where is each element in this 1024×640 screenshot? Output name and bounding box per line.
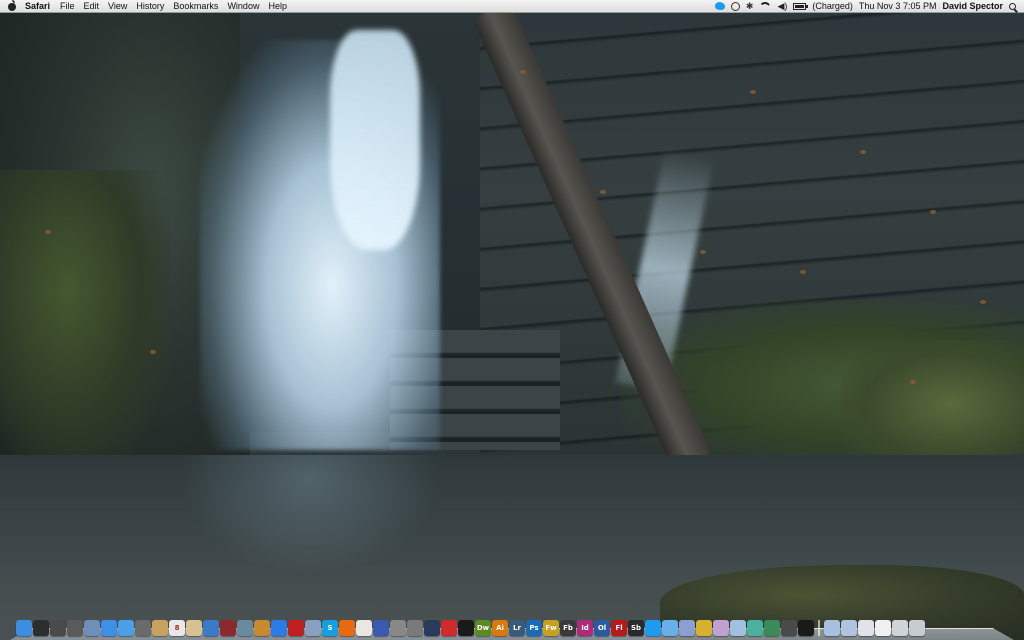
- dock-icon-row: 8 S Dw Ai Lr Ps Fw Fb Id Ol Fl Sb: [16, 620, 925, 636]
- leaf: [930, 210, 936, 214]
- leaf: [600, 190, 606, 194]
- battery-status[interactable]: (Charged): [812, 0, 853, 12]
- activity-monitor-icon[interactable]: [781, 620, 797, 636]
- twitter-menu-icon[interactable]: [714, 2, 725, 10]
- facetime-icon[interactable]: [135, 620, 151, 636]
- safari-icon[interactable]: [101, 620, 117, 636]
- chrome-icon[interactable]: [696, 620, 712, 636]
- onlocation-icon[interactable]: Ol: [594, 620, 610, 636]
- flash-pro-icon[interactable]: Fl: [611, 620, 627, 636]
- documents-folder-icon[interactable]: [841, 620, 857, 636]
- leaf: [980, 300, 986, 304]
- spotlight-search-icon[interactable]: [1009, 2, 1016, 10]
- dock-separator: [818, 620, 820, 636]
- mail-icon[interactable]: [305, 620, 321, 636]
- leaf: [45, 230, 51, 234]
- volume-icon[interactable]: ◀): [777, 1, 787, 12]
- waterfall-upper: [330, 30, 420, 250]
- illustrator-icon[interactable]: Ai: [492, 620, 508, 636]
- flash-builder-icon[interactable]: Fb: [560, 620, 576, 636]
- apple-menu-icon[interactable]: [7, 0, 17, 11]
- leaf: [150, 350, 156, 354]
- leaf: [800, 270, 806, 274]
- garageband-icon[interactable]: [254, 620, 270, 636]
- dreamweaver-icon[interactable]: Dw: [475, 620, 491, 636]
- trash-icon[interactable]: [909, 620, 925, 636]
- time-machine-icon[interactable]: [730, 1, 740, 11]
- xcode-icon[interactable]: [373, 620, 389, 636]
- downloads-stack-icon[interactable]: [858, 620, 874, 636]
- contacts-icon[interactable]: [152, 620, 168, 636]
- wifi-icon[interactable]: [759, 2, 771, 10]
- left-moss: [0, 170, 170, 470]
- document-stack-icon[interactable]: [875, 620, 891, 636]
- menu-history[interactable]: History: [134, 0, 171, 12]
- flash-icon[interactable]: [441, 620, 457, 636]
- desktop-wallpaper: [0, 0, 1024, 640]
- app-store-icon[interactable]: [271, 620, 287, 636]
- ical-icon[interactable]: 8: [169, 620, 185, 636]
- photoshop-elements-icon[interactable]: [288, 620, 304, 636]
- menu-help[interactable]: Help: [266, 0, 294, 12]
- leaf: [910, 380, 916, 384]
- dvd-player-icon[interactable]: [458, 620, 474, 636]
- fireworks-icon[interactable]: Fw: [543, 620, 559, 636]
- automator-icon[interactable]: [390, 620, 406, 636]
- leaf: [750, 90, 756, 94]
- menu-window[interactable]: Window: [225, 0, 266, 12]
- preview-icon[interactable]: [84, 620, 100, 636]
- soundbooth-icon[interactable]: Sb: [628, 620, 644, 636]
- indesign-icon[interactable]: Id: [577, 620, 593, 636]
- growl-icon[interactable]: [713, 620, 729, 636]
- handbrake-icon[interactable]: [747, 620, 763, 636]
- dock: 8 S Dw Ai Lr Ps Fw Fb Id Ol Fl Sb: [10, 613, 1014, 640]
- photo-booth-icon[interactable]: [220, 620, 236, 636]
- bird-icon[interactable]: [662, 620, 678, 636]
- finder-icon[interactable]: [16, 620, 32, 636]
- lightroom-icon[interactable]: Lr: [509, 620, 525, 636]
- menu-clock[interactable]: Thu Nov 3 7:05 PM: [859, 0, 937, 12]
- leaf: [700, 250, 706, 254]
- launchpad-icon[interactable]: [67, 620, 83, 636]
- water-reflection: [180, 455, 440, 575]
- battery-icon[interactable]: [793, 2, 809, 10]
- itunes-icon[interactable]: [203, 620, 219, 636]
- quicktime-icon[interactable]: [424, 620, 440, 636]
- menu-bookmarks[interactable]: Bookmarks: [171, 0, 225, 12]
- pinwheel-icon[interactable]: [679, 620, 695, 636]
- textedit-icon[interactable]: [356, 620, 372, 636]
- app-menu-safari[interactable]: Safari: [23, 0, 58, 12]
- user-menu[interactable]: David Spector: [942, 0, 1003, 12]
- stickies-icon[interactable]: [730, 620, 746, 636]
- menu-edit[interactable]: Edit: [82, 0, 107, 12]
- menu-view[interactable]: View: [106, 0, 134, 12]
- bluetooth-icon[interactable]: ✱: [746, 1, 754, 12]
- menu-file[interactable]: File: [58, 0, 82, 12]
- firefox-icon[interactable]: [339, 620, 355, 636]
- globe-icon[interactable]: [764, 620, 780, 636]
- leaf: [860, 150, 866, 154]
- leaf: [520, 70, 526, 74]
- ichat-icon[interactable]: [118, 620, 134, 636]
- iphoto-icon[interactable]: [237, 620, 253, 636]
- preview-photos-icon[interactable]: [186, 620, 202, 636]
- applications-folder-icon[interactable]: [824, 620, 840, 636]
- screenshot-stack-icon[interactable]: [892, 620, 908, 636]
- tweetie-icon[interactable]: [645, 620, 661, 636]
- system-preferences-icon[interactable]: [407, 620, 423, 636]
- photoshop-icon[interactable]: Ps: [526, 620, 542, 636]
- obs-icon[interactable]: [798, 620, 814, 636]
- menu-bar: Safari File Edit View History Bookmarks …: [0, 0, 1024, 13]
- corner-mossy-rock: [840, 340, 1024, 470]
- skype-icon[interactable]: S: [322, 620, 338, 636]
- mission-control-icon[interactable]: [50, 620, 66, 636]
- dashboard-icon[interactable]: [33, 620, 49, 636]
